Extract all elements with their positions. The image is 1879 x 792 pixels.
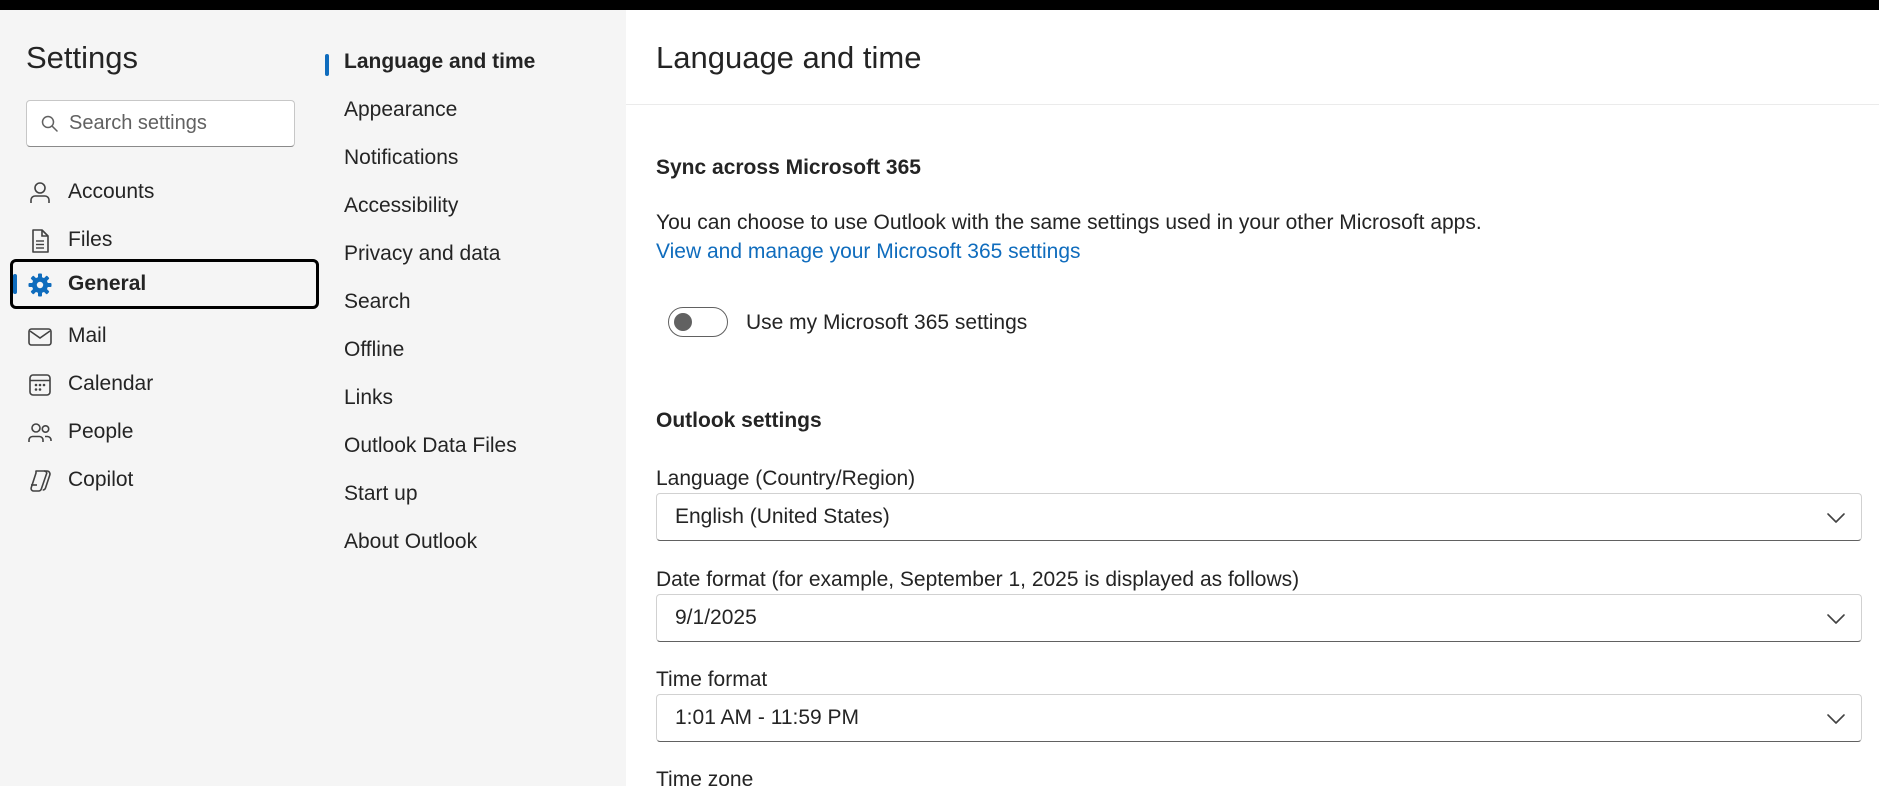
subnav-item-label: Language and time [344,50,536,73]
manage-microsoft-365-settings-link[interactable]: View and manage your Microsoft 365 setti… [656,240,1081,264]
mail-icon [28,328,52,346]
settings-left-nav: Settings Accounts Files [0,10,325,786]
nav-item-accounts[interactable]: Accounts [10,167,319,217]
nav-item-label: Files [68,228,113,251]
top-bar [0,0,1879,10]
use-microsoft-365-settings-label: Use my Microsoft 365 settings [746,311,1028,334]
nav-item-label: Copilot [68,468,134,491]
nav-item-label: People [68,420,134,443]
time-format-value: 1:01 AM - 11:59 PM [675,706,860,729]
nav-item-calendar[interactable]: Calendar [10,359,319,409]
time-format-dropdown[interactable]: 1:01 AM - 11:59 PM [656,694,1862,742]
people-icon [28,423,52,442]
nav-item-label: General [68,272,147,295]
time-zone-label: Time zone [656,768,754,791]
gear-icon [28,273,52,297]
chevron-down-icon [1827,614,1845,624]
settings-title: Settings [26,40,139,75]
nav-item-copilot[interactable]: Copilot [10,455,319,505]
subnav-item-links[interactable]: Links [344,386,393,410]
language-dropdown[interactable]: English (United States) [656,493,1862,541]
sync-heading: Sync across Microsoft 365 [656,156,921,179]
sync-description: You can choose to use Outlook with the s… [656,211,1482,234]
person-icon [30,182,50,203]
subnav-item-about-outlook[interactable]: About Outlook [344,530,477,554]
subnav-item-search[interactable]: Search [344,290,411,314]
search-icon [41,115,58,132]
subnav-item-appearance[interactable]: Appearance [344,98,457,122]
selection-indicator [13,274,17,294]
chevron-down-icon [1827,714,1845,724]
time-format-label: Time format [656,668,768,691]
date-format-value: 9/1/2025 [675,606,757,629]
page-title: Language and time [656,40,922,75]
use-microsoft-365-settings-toggle[interactable] [668,307,728,337]
language-label: Language (Country/Region) [656,467,916,490]
divider [626,104,1879,105]
nav-item-label: Mail [68,324,107,347]
settings-main-panel: Language and time Sync across Microsoft … [626,10,1879,791]
nav-item-label: Accounts [68,180,155,203]
search-settings-box[interactable] [26,100,295,147]
search-settings-input[interactable] [69,109,284,137]
settings-sub-nav: Language and time Appearance Notificatio… [325,10,626,786]
date-format-label: Date format (for example, September 1, 2… [656,568,1300,591]
subnav-item-outlook-data-files[interactable]: Outlook Data Files [344,434,517,458]
nav-item-general[interactable]: General [10,259,319,309]
copilot-icon [30,470,51,492]
nav-item-mail[interactable]: Mail [10,311,319,361]
subnav-item-offline[interactable]: Offline [344,338,404,362]
outlook-settings-heading: Outlook settings [656,409,822,432]
nav-item-people[interactable]: People [10,407,319,457]
subnav-item-accessibility[interactable]: Accessibility [344,194,458,218]
document-icon [32,229,49,253]
language-value: English (United States) [675,505,890,528]
subnav-item-language-and-time[interactable]: Language and time [325,50,536,76]
subnav-item-privacy-and-data[interactable]: Privacy and data [344,242,500,266]
nav-item-label: Calendar [68,372,154,395]
toggle-knob [674,313,692,331]
calendar-icon [29,374,51,396]
subnav-item-notifications[interactable]: Notifications [344,146,458,170]
selection-indicator [325,54,329,76]
date-format-dropdown[interactable]: 9/1/2025 [656,594,1862,642]
subnav-item-start-up[interactable]: Start up [344,482,418,506]
nav-item-files[interactable]: Files [10,215,319,265]
chevron-down-icon [1827,513,1845,523]
